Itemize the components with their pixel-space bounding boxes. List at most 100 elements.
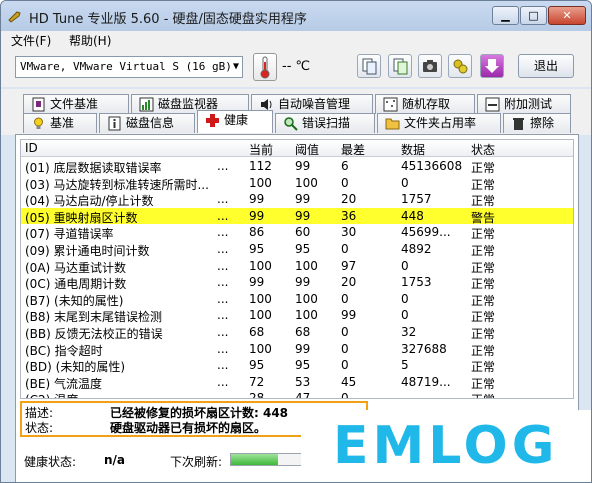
cell-worst: 20 — [341, 192, 357, 207]
table-row[interactable]: (BB) 反馈无法校正的错误... 68 68 0 32 正常 — [21, 324, 573, 341]
cell-data: ... — [401, 391, 413, 399]
watermark-text: EMLOG — [333, 416, 559, 476]
cell-dots: ... — [217, 358, 229, 373]
tab-random-access[interactable]: 随机存取 — [375, 94, 475, 114]
close-button[interactable]: ✕ — [548, 6, 586, 25]
table-row[interactable]: (0A) 马达重试计数... 100 100 97 0 正常 — [21, 258, 573, 275]
cell-id: (09) 累计通电时间计数 — [25, 244, 150, 258]
magnifier-icon — [284, 117, 298, 131]
tab-label: 磁盘监视器 — [158, 97, 219, 111]
col-data[interactable]: 数据 — [401, 141, 425, 158]
cell-dots: ... — [217, 325, 229, 339]
copy-all-icon — [393, 58, 408, 75]
minimize-button[interactable]: ▁ — [492, 6, 519, 25]
maximize-button[interactable]: □ — [520, 6, 547, 25]
tab-extra-tests[interactable]: 附加测试 — [477, 94, 571, 114]
cell-id: (BE) 气流温度 — [25, 376, 102, 391]
tab-benchmark[interactable]: 基准 — [23, 113, 97, 133]
table-row[interactable]: (BC) 指令超时... 100 99 0 327688 正常 — [21, 341, 573, 358]
cell-worst: 0 — [341, 291, 349, 306]
cell-status: 正常 — [471, 343, 496, 358]
col-id[interactable]: ID — [25, 141, 38, 155]
table-row[interactable]: (B7) (未知的属性)... 100 100 0 0 正常 — [21, 291, 573, 308]
table-row[interactable]: (07) 寻道错误率... 86 60 30 45699... 正常 — [21, 224, 573, 242]
exit-button[interactable]: 退出 — [518, 54, 574, 78]
tab-label: 基准 — [50, 116, 75, 130]
trash-icon — [513, 118, 524, 130]
smart-table[interactable]: ID 当前 阈值 最差 数据 状态 (01) 底层数据读取错误率... 112 99… — [20, 139, 574, 399]
col-current[interactable]: 当前 — [249, 141, 273, 158]
cell-cur: 100 — [249, 308, 272, 323]
refresh-progress-bar — [230, 453, 310, 466]
table-row[interactable]: (05) 重映射扇区计数... 99 99 36 448 警告 — [21, 207, 573, 225]
cell-data: 448 — [401, 208, 424, 223]
cell-dots: ... — [217, 208, 229, 223]
tab-health[interactable]: 健康 — [197, 110, 273, 133]
table-row[interactable]: (0C) 通电周期计数... 99 99 20 1753 正常 — [21, 274, 573, 291]
screenshot-button[interactable] — [418, 54, 442, 78]
table-row[interactable]: (04) 马达启动/停止计数... 99 99 20 1757 正常 — [21, 191, 573, 208]
app-window: HD Tune 专业版 5.60 - 硬盘/固态硬盘实用程序 ▁ □ ✕ 文件(… — [0, 0, 592, 483]
tab-label: 磁盘信息 — [126, 116, 175, 130]
cell-thr: 95 — [295, 242, 311, 256]
table-row[interactable]: (09) 累计通电时间计数... 95 95 0 4892 正常 — [21, 241, 573, 258]
col-status[interactable]: 状态 — [471, 141, 495, 158]
cell-dots: ... — [217, 192, 229, 207]
tab-error-scan[interactable]: 错误扫描 — [275, 113, 375, 133]
menu-file[interactable]: 文件(F) — [11, 32, 51, 49]
cell-dots: ... — [217, 258, 229, 273]
cell-worst: 36 — [341, 208, 357, 223]
table-row[interactable]: (BE) 气流温度... 72 53 45 48719... 正常 — [21, 374, 573, 391]
cell-status: 正常 — [471, 260, 496, 275]
cell-worst: 0 — [341, 341, 349, 356]
tab-disk-info[interactable]: 磁盘信息 — [99, 113, 195, 133]
copy-all-button[interactable] — [388, 54, 412, 78]
cell-id: (BB) 反馈无法校正的错误 — [25, 327, 163, 341]
tab-file-benchmark[interactable]: 文件基准 — [23, 94, 129, 114]
tab-label: 文件基准 — [50, 97, 99, 111]
folder-icon — [385, 118, 400, 130]
options-button[interactable] — [448, 54, 472, 78]
cell-id: (05) 重映射扇区计数 — [25, 210, 138, 225]
cell-worst: 20 — [341, 275, 357, 290]
cell-data: 1753 — [401, 275, 432, 290]
cell-cur: 86 — [249, 225, 265, 240]
drive-select[interactable]: VMware, VMware Virtual S (16 gB) ▼ — [15, 56, 243, 78]
cell-data: 327688 — [401, 341, 447, 356]
health-status-label: 健康状态: — [24, 455, 77, 469]
tab-label: 健康 — [224, 113, 249, 127]
cell-cur: 100 — [249, 341, 272, 356]
cell-data: 48719... — [401, 374, 451, 389]
table-row[interactable]: (BD) (未知的属性)... 95 95 0 5 正常 — [21, 357, 573, 374]
cell-data: 0 — [401, 258, 409, 273]
download-button[interactable] — [480, 54, 504, 78]
menu-help[interactable]: 帮助(H) — [69, 32, 111, 49]
health-cross-icon — [206, 114, 219, 127]
tab-erase[interactable]: 擦除 — [503, 113, 571, 133]
cell-thr: 99 — [295, 208, 311, 223]
cell-thr: 99 — [295, 341, 311, 356]
cell-data: 5 — [401, 358, 409, 373]
table-row[interactable]: (B8) 末尾到末尾错误检测... 100 100 99 0 正常 — [21, 307, 573, 324]
table-row[interactable]: (01) 底层数据读取错误率... 112 99 6 45136608 正常 — [21, 158, 573, 175]
cell-data: 0 — [401, 291, 409, 306]
table-row[interactable]: (C2) 温度... 28 47 0... 正常 — [21, 390, 573, 399]
cell-id: (03) 马达旋转到标准转速所需时... — [25, 177, 209, 192]
col-worst[interactable]: 最差 — [341, 141, 365, 158]
cell-id: (07) 寻道错误率 — [25, 227, 114, 242]
copy-info-button[interactable] — [357, 54, 381, 78]
cell-cur: 100 — [249, 175, 272, 190]
col-threshold[interactable]: 阈值 — [295, 141, 319, 158]
cell-dots: ... — [217, 275, 229, 290]
cell-data: 4892 — [401, 242, 432, 256]
tab-folder-usage[interactable]: 文件夹占用率 — [377, 113, 501, 133]
cell-id: (01) 底层数据读取错误率 — [25, 161, 162, 175]
table-row[interactable]: (03) 马达旋转到标准转速所需时... 100 100 0 0 正常 — [21, 175, 573, 192]
cell-dots: ... — [217, 242, 229, 256]
cell-worst: 0 — [341, 358, 349, 373]
cell-id: (C2) 温度 — [25, 391, 78, 398]
status-label: 状态: — [25, 421, 54, 435]
arrow-down-icon — [485, 59, 499, 73]
hdtune-app-icon — [8, 11, 21, 23]
title-bar[interactable]: HD Tune 专业版 5.60 - 硬盘/固态硬盘实用程序 ▁ □ ✕ — [1, 1, 591, 31]
